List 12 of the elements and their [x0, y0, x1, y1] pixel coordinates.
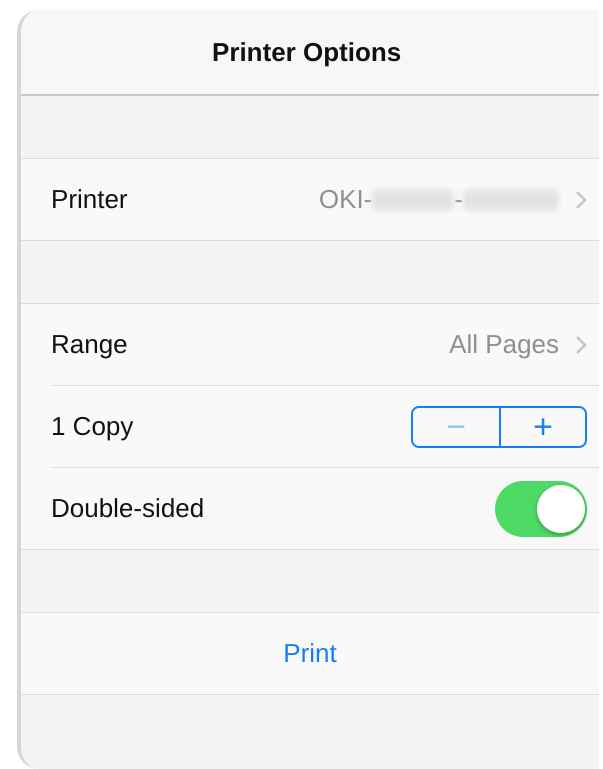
row-label: Printer: [51, 184, 129, 215]
row-label: Double-sided: [51, 493, 206, 524]
sheet-title: Printer Options: [212, 36, 402, 68]
row-label: 1 Copy: [51, 411, 134, 442]
row-label: Range: [51, 329, 129, 360]
chevron-icon: [575, 334, 587, 354]
increment-button[interactable]: +: [499, 408, 585, 446]
toggle-switch[interactable]: [495, 480, 587, 536]
row-value: All Pages: [449, 329, 559, 360]
row-value: OKI-: [318, 184, 372, 215]
chevron-icon: [575, 190, 587, 210]
row-value: -: [454, 184, 463, 215]
